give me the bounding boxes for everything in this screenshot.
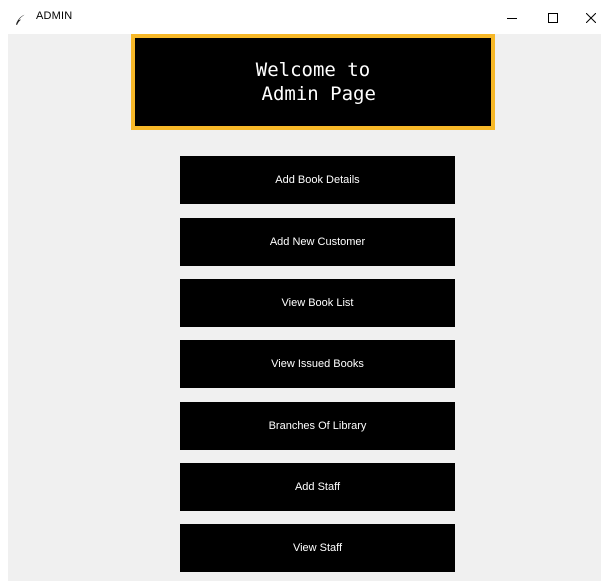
title-bar[interactable]: ADMIN	[0, 0, 609, 34]
add-staff-button[interactable]: Add Staff	[180, 463, 455, 511]
close-button[interactable]	[572, 0, 609, 34]
close-icon	[585, 8, 596, 27]
window-title: ADMIN	[36, 10, 73, 22]
minimize-icon	[507, 8, 517, 27]
admin-window: ADMIN Welcome to Admin Page Add Book Det…	[0, 0, 609, 581]
minimize-button[interactable]	[490, 0, 534, 34]
view-book-list-button[interactable]: View Book List	[180, 279, 455, 327]
maximize-icon	[548, 8, 558, 27]
welcome-banner: Welcome to Admin Page	[131, 34, 495, 130]
feather-icon	[14, 11, 26, 25]
welcome-heading: Welcome to Admin Page	[255, 59, 376, 105]
add-new-customer-button[interactable]: Add New Customer	[180, 218, 455, 266]
add-book-details-button[interactable]: Add Book Details	[180, 156, 455, 204]
admin-panel: Welcome to Admin Page Add Book Details A…	[8, 34, 601, 581]
view-issued-books-button[interactable]: View Issued Books	[180, 340, 455, 388]
view-staff-button[interactable]: View Staff	[180, 524, 455, 572]
maximize-button[interactable]	[531, 0, 575, 34]
branches-of-library-button[interactable]: Branches Of Library	[180, 402, 455, 450]
